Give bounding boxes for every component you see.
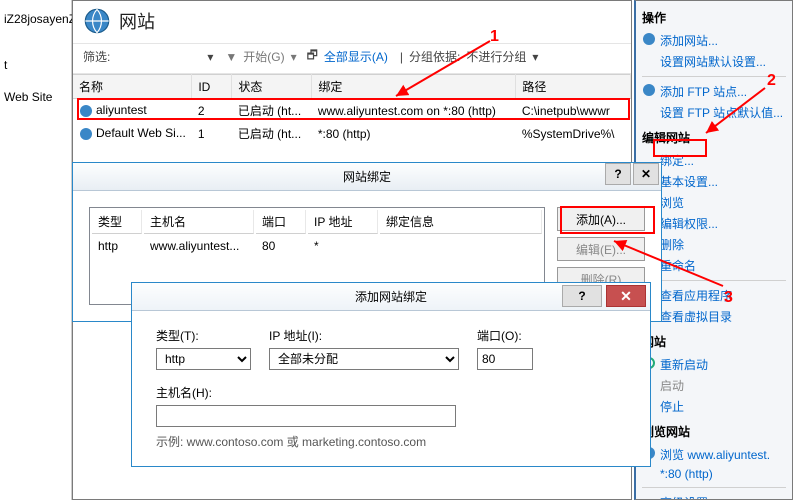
action-start: 启动 bbox=[642, 375, 786, 396]
table-row[interactable]: aliyuntest 2 已启动 (ht... www.aliyuntest.c… bbox=[73, 99, 631, 123]
filter-row: 筛选: ▾ ▼ 开始(G) ▾ 🗗 全部显示(A) | 分组依据: 不进行分组 … bbox=[73, 43, 631, 74]
action-add-ftp[interactable]: 添加 FTP 站点... bbox=[642, 81, 786, 102]
close-button[interactable]: ✕ bbox=[606, 285, 646, 307]
table-row[interactable]: Default Web Si... 1 已启动 (ht... *:80 (htt… bbox=[73, 122, 631, 145]
globe-icon bbox=[79, 104, 93, 118]
field-type: 类型(T): http bbox=[156, 327, 251, 370]
browse-site-section: 浏览网站 bbox=[642, 423, 786, 440]
col-path[interactable]: 路径 bbox=[516, 75, 631, 99]
action-view-vdir[interactable]: 查看虚拟目录 bbox=[642, 306, 786, 327]
action-view-app[interactable]: 查看应用程序 bbox=[642, 285, 786, 306]
col-binding[interactable]: 绑定 bbox=[312, 75, 516, 99]
port-label: 端口(O): bbox=[477, 327, 533, 344]
action-set-ftp-default[interactable]: 设置 FTP 站点默认值... bbox=[642, 102, 786, 123]
edit-binding-button: 编辑(E)... bbox=[557, 237, 645, 261]
site-binding: *:80 (http) bbox=[312, 122, 516, 145]
toggle-showall-icon[interactable]: 🗗 bbox=[307, 46, 318, 67]
bcol-host[interactable]: 主机名 bbox=[144, 210, 254, 234]
action-basic-settings[interactable]: 基本设置... bbox=[642, 171, 786, 192]
bcol-port[interactable]: 端口 bbox=[256, 210, 306, 234]
action-bind[interactable]: 绑定... bbox=[642, 150, 786, 171]
action-edit-perm[interactable]: 编辑权限... bbox=[642, 213, 786, 234]
action-browse[interactable]: 浏览 bbox=[642, 192, 786, 213]
port-input[interactable] bbox=[477, 348, 533, 370]
sites-table: 名称 ID 状态 绑定 路径 aliyuntest 2 已启动 (ht... w… bbox=[73, 74, 631, 145]
type-select[interactable]: http bbox=[156, 348, 251, 370]
websites-icon bbox=[83, 7, 111, 35]
close-button[interactable]: ✕ bbox=[633, 163, 659, 185]
site-name: Default Web Si... bbox=[96, 126, 186, 140]
globe-icon bbox=[642, 83, 656, 97]
field-port: 端口(O): bbox=[477, 327, 533, 370]
filter-show-all[interactable]: 全部显示(A) bbox=[324, 48, 388, 65]
action-add-site[interactable]: 添加网站... bbox=[642, 30, 786, 51]
field-ip: IP 地址(I): 全部未分配 bbox=[269, 327, 459, 370]
bcol-type[interactable]: 类型 bbox=[92, 210, 142, 234]
left-tree: iZ28josayenZ t Web Site bbox=[0, 0, 72, 500]
help-button[interactable]: ? bbox=[605, 163, 631, 185]
action-set-default[interactable]: 设置网站默认设置... bbox=[642, 51, 786, 72]
bcol-ip[interactable]: IP 地址 bbox=[308, 210, 378, 234]
site-path: C:\inetpub\wwwr bbox=[516, 99, 631, 123]
site-name: aliyuntest bbox=[96, 103, 147, 117]
action-browse-link[interactable]: 浏览 www.aliyuntest. bbox=[642, 444, 786, 465]
edit-site-section: 编辑网站 bbox=[642, 129, 786, 146]
field-host: 主机名(H): bbox=[156, 384, 626, 427]
filter-no-group[interactable]: 不进行分组 bbox=[466, 48, 526, 65]
site-binding: www.aliyuntest.com on *:80 (http) bbox=[312, 99, 516, 123]
add-binding-button[interactable]: 添加(A)... bbox=[557, 207, 645, 231]
col-id[interactable]: ID bbox=[192, 75, 232, 99]
tree-server[interactable]: iZ28josayenZ bbox=[0, 10, 71, 28]
dialog2-titlebar[interactable]: 添加网站绑定 ? ✕ bbox=[132, 283, 650, 311]
host-input[interactable] bbox=[156, 405, 456, 427]
page-title-row: 网站 bbox=[73, 1, 631, 43]
action-advanced[interactable]: 高级设置... bbox=[642, 492, 786, 500]
site-section: 网站 bbox=[642, 333, 786, 350]
globe-icon bbox=[79, 127, 93, 141]
type-label: 类型(T): bbox=[156, 327, 251, 344]
site-id: 2 bbox=[192, 99, 232, 123]
host-label: 主机名(H): bbox=[156, 384, 626, 401]
example-text: 示例: www.contoso.com 或 marketing.contoso.… bbox=[156, 433, 626, 450]
site-path: %SystemDrive%\ bbox=[516, 122, 631, 145]
action-delete[interactable]: 删除 bbox=[642, 234, 786, 255]
filter-label: 筛选: bbox=[83, 48, 110, 65]
globe-plus-icon bbox=[642, 32, 656, 46]
site-status: 已启动 (ht... bbox=[232, 122, 312, 145]
action-browse-port[interactable]: *:80 (http) bbox=[642, 465, 786, 483]
bcol-info[interactable]: 绑定信息 bbox=[380, 210, 542, 234]
site-id: 1 bbox=[192, 122, 232, 145]
actions-title: 操作 bbox=[642, 9, 786, 26]
filter-group-by: 分组依据: bbox=[409, 48, 460, 65]
action-restart[interactable]: 重新启动 bbox=[642, 354, 786, 375]
dropdown-caret-icon[interactable]: ▾ bbox=[532, 50, 538, 64]
filter-start[interactable]: 开始(G) bbox=[243, 48, 284, 65]
col-status[interactable]: 状态 bbox=[232, 75, 312, 99]
tree-item[interactable]: t bbox=[0, 56, 71, 74]
dialog-add-binding: 添加网站绑定 ? ✕ 类型(T): http IP 地址(I): 全部未分配 端… bbox=[131, 282, 651, 467]
dialog2-title-text: 添加网站绑定 bbox=[355, 288, 427, 305]
ip-select[interactable]: 全部未分配 bbox=[269, 348, 459, 370]
site-status: 已启动 (ht... bbox=[232, 99, 312, 123]
dialog1-titlebar[interactable]: 网站绑定 ? ✕ bbox=[73, 163, 661, 191]
tree-web-site[interactable]: Web Site bbox=[0, 88, 71, 106]
binding-row[interactable]: http www.aliyuntest... 80 * bbox=[92, 236, 542, 256]
ip-label: IP 地址(I): bbox=[269, 327, 459, 344]
help-button[interactable]: ? bbox=[562, 285, 602, 307]
action-stop[interactable]: 停止 bbox=[642, 396, 786, 417]
dropdown-caret-icon[interactable]: ▾ bbox=[207, 50, 213, 64]
col-name[interactable]: 名称 bbox=[73, 75, 192, 99]
dialog1-title-text: 网站绑定 bbox=[343, 168, 391, 185]
action-rename[interactable]: 重命名 bbox=[642, 255, 786, 276]
page-title: 网站 bbox=[119, 8, 155, 34]
